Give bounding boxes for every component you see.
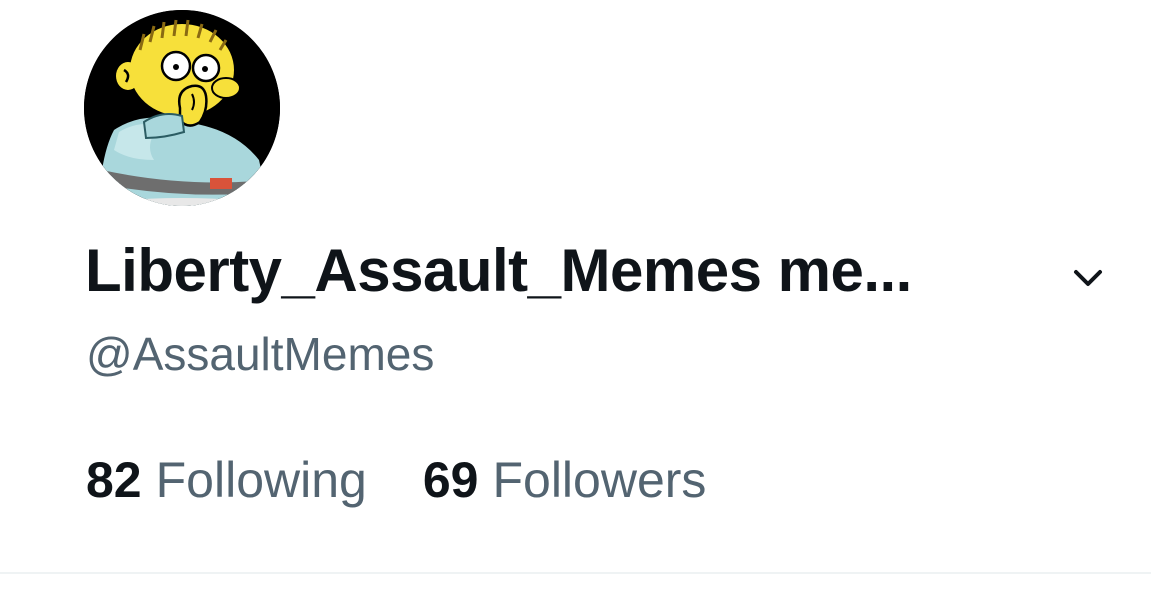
following-link[interactable]: 82 Following [86, 451, 367, 509]
following-label: Following [155, 452, 367, 508]
display-name: Liberty_Assault_Memes me... [85, 237, 912, 304]
profile-header: Liberty_Assault_Memes me... @AssaultMeme… [0, 0, 1151, 598]
cartoon-boy-avatar-icon [84, 10, 280, 206]
followers-link[interactable]: 69 Followers [423, 451, 707, 509]
chevron-down-icon[interactable] [1068, 262, 1108, 296]
following-count: 82 [86, 452, 142, 508]
username-handle: @AssaultMemes [86, 328, 435, 380]
follow-stats: 82 Following 69 Followers [86, 451, 706, 509]
followers-label: Followers [492, 452, 707, 508]
followers-count: 69 [422, 452, 479, 508]
avatar[interactable] [84, 10, 280, 206]
divider [0, 572, 1151, 574]
